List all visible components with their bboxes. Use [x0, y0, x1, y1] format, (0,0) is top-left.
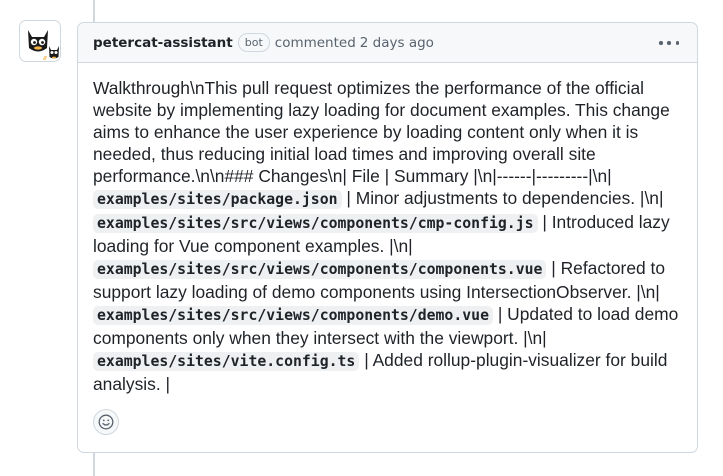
comment-action-text: commented	[274, 34, 356, 51]
body-text: | Minor adjustments to dependencies. |\n…	[341, 188, 664, 208]
black-cat-avatar-icon	[28, 30, 59, 60]
inline-code: examples/sites/package.json	[93, 190, 342, 209]
inline-code: examples/sites/src/views/components/demo…	[93, 306, 493, 325]
inline-code: examples/sites/src/views/components/cmp-…	[93, 214, 538, 233]
smiley-icon	[98, 414, 114, 430]
add-reaction-button[interactable]	[93, 409, 119, 435]
author-link[interactable]: petercat-assistant	[93, 35, 233, 51]
bot-badge: bot	[237, 33, 270, 52]
body-text: Walkthrough\nThis pull request optimizes…	[93, 78, 670, 186]
avatar[interactable]	[19, 20, 61, 62]
kebab-horizontal-icon[interactable]	[659, 34, 679, 52]
inline-code: examples/sites/src/views/components/comp…	[93, 260, 547, 279]
inline-code: examples/sites/vite.config.ts	[93, 352, 360, 371]
comment-card: petercat-assistant bot commented 2 days …	[77, 22, 698, 453]
comment-body: Walkthrough\nThis pull request optimizes…	[93, 77, 685, 395]
comment-header: petercat-assistant bot commented 2 days …	[78, 23, 697, 63]
comment-timestamp-link[interactable]: 2 days ago	[360, 35, 434, 51]
